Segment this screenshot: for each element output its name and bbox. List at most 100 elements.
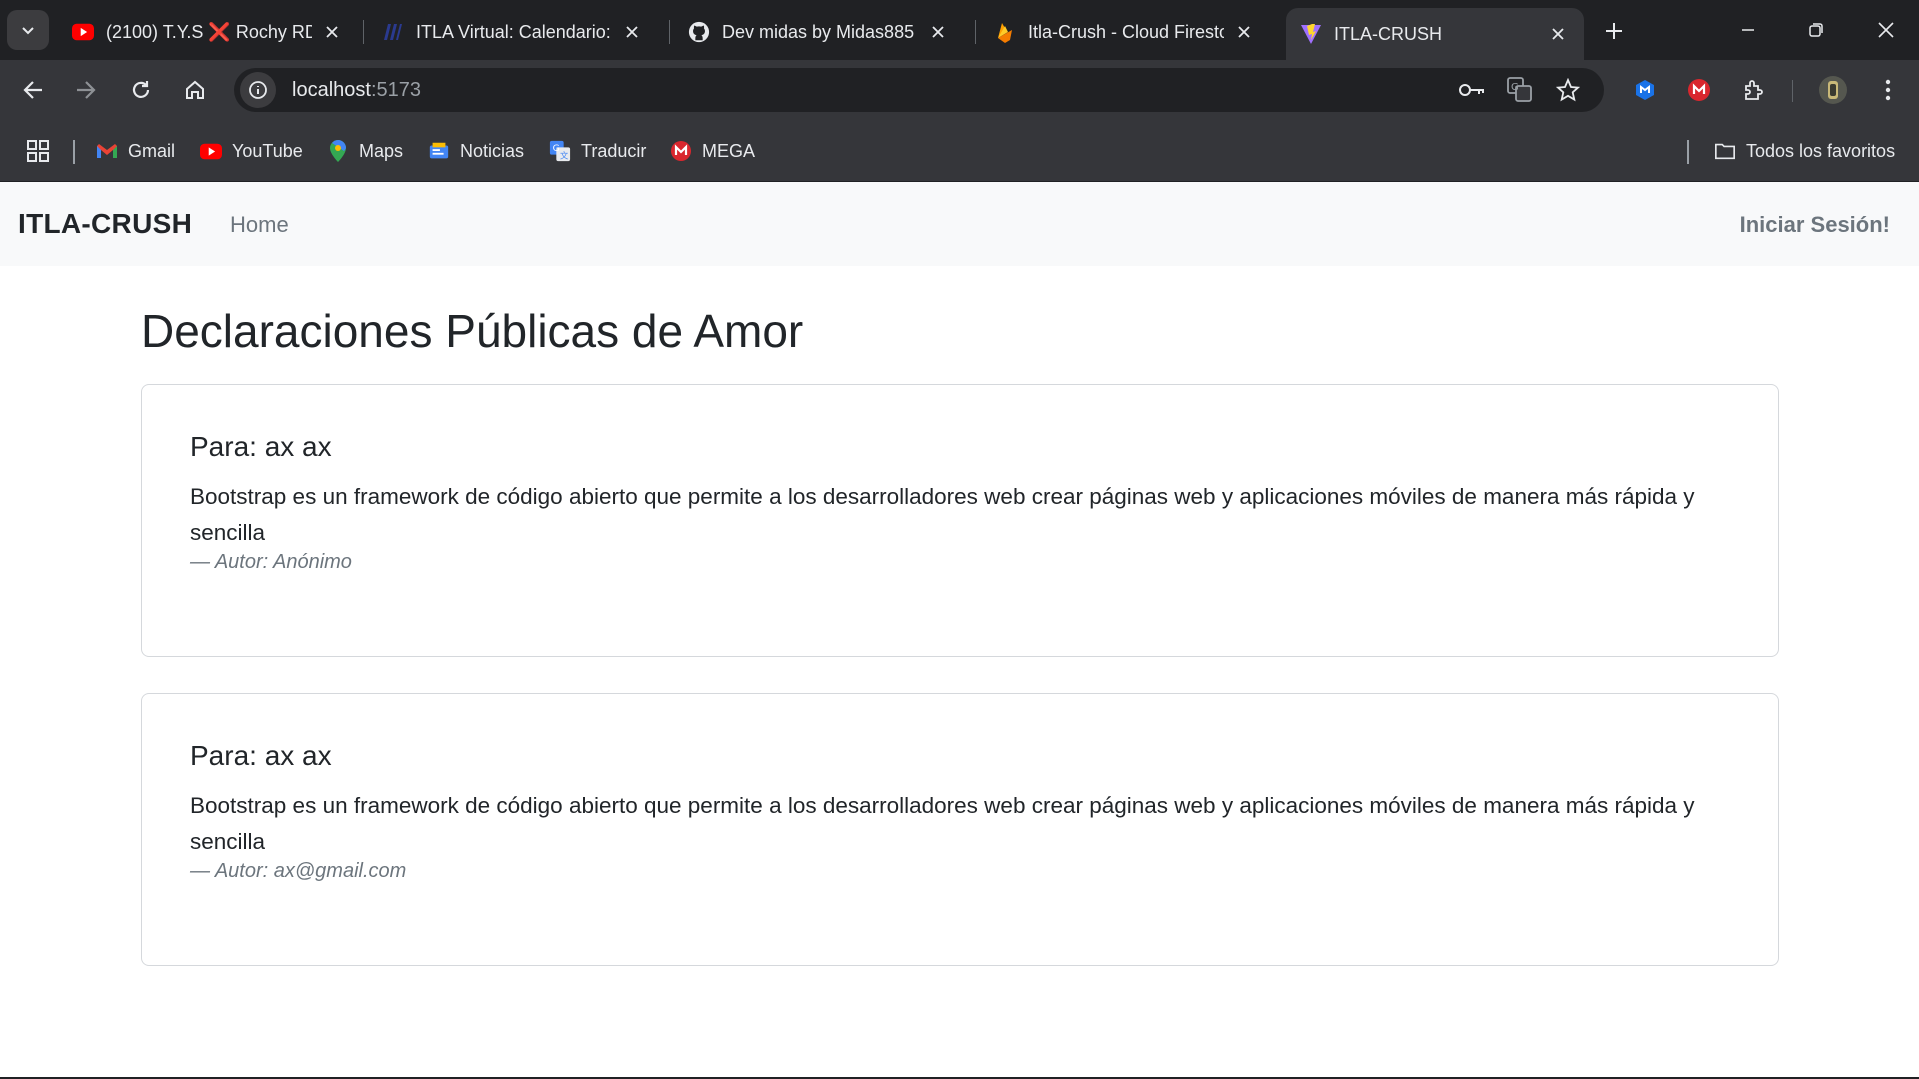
bookmark-label: MEGA: [702, 140, 756, 161]
maps-icon: [327, 140, 349, 162]
bookmark-youtube[interactable]: YouTube: [200, 138, 303, 164]
profile-avatar-icon[interactable]: [1815, 72, 1851, 108]
nav-link-home[interactable]: Home: [230, 212, 289, 238]
card-recipient: Para: ax ax: [190, 740, 332, 771]
folder-icon: [1714, 140, 1736, 162]
restore-button[interactable]: [1788, 8, 1844, 52]
new-tab-button[interactable]: [1596, 14, 1632, 48]
app-navbar: ITLA-CRUSH Home Iniciar Sesión!: [0, 182, 1919, 266]
home-icon: [186, 80, 204, 99]
bookmark-mega[interactable]: MEGA: [670, 138, 755, 164]
translate-icon: G文: [549, 140, 571, 162]
firebase-icon: [994, 21, 1016, 43]
extensions-puzzle-icon[interactable]: [1736, 72, 1772, 108]
chevron-down-icon: [22, 27, 34, 35]
svg-text:G: G: [553, 143, 560, 154]
bookmark-maps[interactable]: Maps: [327, 138, 403, 164]
card-author: — Autor: Anónimo: [190, 551, 352, 573]
youtube-icon: [72, 21, 94, 43]
close-icon[interactable]: [620, 20, 644, 44]
nav-link-login[interactable]: Iniciar Sesión!: [1740, 212, 1890, 238]
tab-title: ITLA Virtual: Calendario: V: [416, 21, 612, 42]
bookmark-news[interactable]: Noticias: [428, 138, 524, 164]
url-text: localhost:5173: [292, 79, 421, 102]
tab-title: Itla-Crush - Cloud Firesto: [1028, 21, 1224, 42]
url-host: localhost: [292, 78, 371, 101]
site-info-icon[interactable]: [240, 72, 276, 108]
tab-divider: [975, 20, 976, 44]
plus-icon: [1606, 23, 1622, 39]
tab-itla-virtual[interactable]: ITLA Virtual: Calendario: V: [368, 10, 658, 54]
tab-github[interactable]: Dev midas by Midas885 ·: [674, 10, 964, 54]
all-bookmarks-button[interactable]: Todos los favoritos: [1714, 138, 1895, 164]
translate-icon[interactable]: G: [1504, 74, 1536, 106]
reload-icon: [132, 81, 150, 98]
home-button[interactable]: [175, 70, 215, 110]
arrow-left-icon: [23, 81, 42, 99]
close-icon[interactable]: [1232, 20, 1256, 44]
gmail-icon: [96, 140, 118, 162]
tab-title: (2100) T.Y.S ❌ Rochy RD: [106, 21, 312, 42]
tab-itla-crush-active[interactable]: ITLA-CRUSH: [1286, 8, 1584, 60]
close-icon[interactable]: [320, 20, 344, 44]
extension-blue-icon[interactable]: [1627, 72, 1663, 108]
toolbar-divider: [1792, 80, 1793, 102]
bookmark-label: Traducir: [581, 140, 647, 161]
url-port: :5173: [370, 78, 421, 101]
restore-icon: [1809, 23, 1823, 37]
page-title: Declaraciones Públicas de Amor: [141, 305, 804, 357]
youtube-icon: [200, 140, 222, 162]
bookmark-gmail[interactable]: Gmail: [96, 138, 175, 164]
close-icon: [1878, 22, 1894, 38]
declarations-list: Para: ax ax Bootstrap es un framework de…: [141, 384, 1779, 1002]
bookmark-label: Noticias: [460, 140, 525, 161]
card-message: Bootstrap es un framework de código abie…: [190, 793, 1695, 854]
svg-text:文: 文: [560, 150, 568, 160]
bookmark-label: Maps: [359, 140, 404, 161]
close-icon[interactable]: [1546, 22, 1570, 46]
github-icon: [688, 21, 710, 43]
bookmarks-bar: Gmail YouTube Maps Noticias G文 Traducir …: [0, 120, 1919, 182]
navbar-brand[interactable]: ITLA-CRUSH: [18, 208, 192, 240]
svg-text:G: G: [1511, 82, 1519, 93]
close-icon[interactable]: [926, 20, 950, 44]
bookmark-star-icon[interactable]: [1552, 74, 1584, 106]
apps-grid-button[interactable]: [27, 138, 49, 164]
card-author: — Autor: ax@gmail.com: [190, 860, 407, 882]
minimize-icon: [1742, 29, 1754, 31]
back-button[interactable]: [13, 70, 53, 110]
web-page: ITLA-CRUSH Home Iniciar Sesión! Declarac…: [0, 182, 1919, 1079]
declaration-card: Para: ax ax Bootstrap es un framework de…: [141, 384, 1779, 657]
card-recipient: Para: ax ax: [190, 431, 332, 462]
close-window-button[interactable]: [1858, 8, 1914, 52]
bookmark-label: Gmail: [128, 140, 176, 161]
more-menu-icon[interactable]: [1870, 72, 1906, 108]
arrow-right-icon: [77, 81, 96, 99]
tab-divider: [669, 20, 670, 44]
apps-grid-icon: [27, 140, 49, 162]
itla-icon: [382, 21, 404, 43]
bookmarks-divider: [73, 140, 75, 164]
tab-firebase[interactable]: Itla-Crush - Cloud Firesto: [980, 10, 1270, 54]
tab-youtube[interactable]: (2100) T.Y.S ❌ Rochy RD: [58, 10, 358, 54]
bookmark-translate[interactable]: G文 Traducir: [549, 138, 646, 164]
minimize-button[interactable]: [1720, 8, 1776, 52]
vite-icon: [1300, 23, 1322, 45]
bookmarks-divider: [1687, 140, 1689, 164]
mega-icon: [670, 140, 692, 162]
tab-divider: [363, 20, 364, 44]
address-bar[interactable]: localhost:5173 G: [234, 68, 1604, 112]
tab-title: Dev midas by Midas885 ·: [722, 21, 918, 42]
all-bookmarks-label: Todos los favoritos: [1746, 140, 1896, 161]
reload-button[interactable]: [121, 70, 161, 110]
tab-search-button[interactable]: [7, 10, 49, 50]
card-message: Bootstrap es un framework de código abie…: [190, 484, 1695, 545]
news-icon: [428, 140, 450, 162]
key-icon[interactable]: [1456, 74, 1488, 106]
browser-toolbar: localhost:5173 G: [0, 60, 1919, 120]
forward-button[interactable]: [66, 70, 106, 110]
tab-title: ITLA-CRUSH: [1334, 23, 1443, 44]
mega-extension-icon[interactable]: [1681, 72, 1717, 108]
bookmark-label: YouTube: [232, 140, 303, 161]
browser-tab-strip: (2100) T.Y.S ❌ Rochy RD ITLA Virtual: Ca…: [0, 0, 1919, 60]
